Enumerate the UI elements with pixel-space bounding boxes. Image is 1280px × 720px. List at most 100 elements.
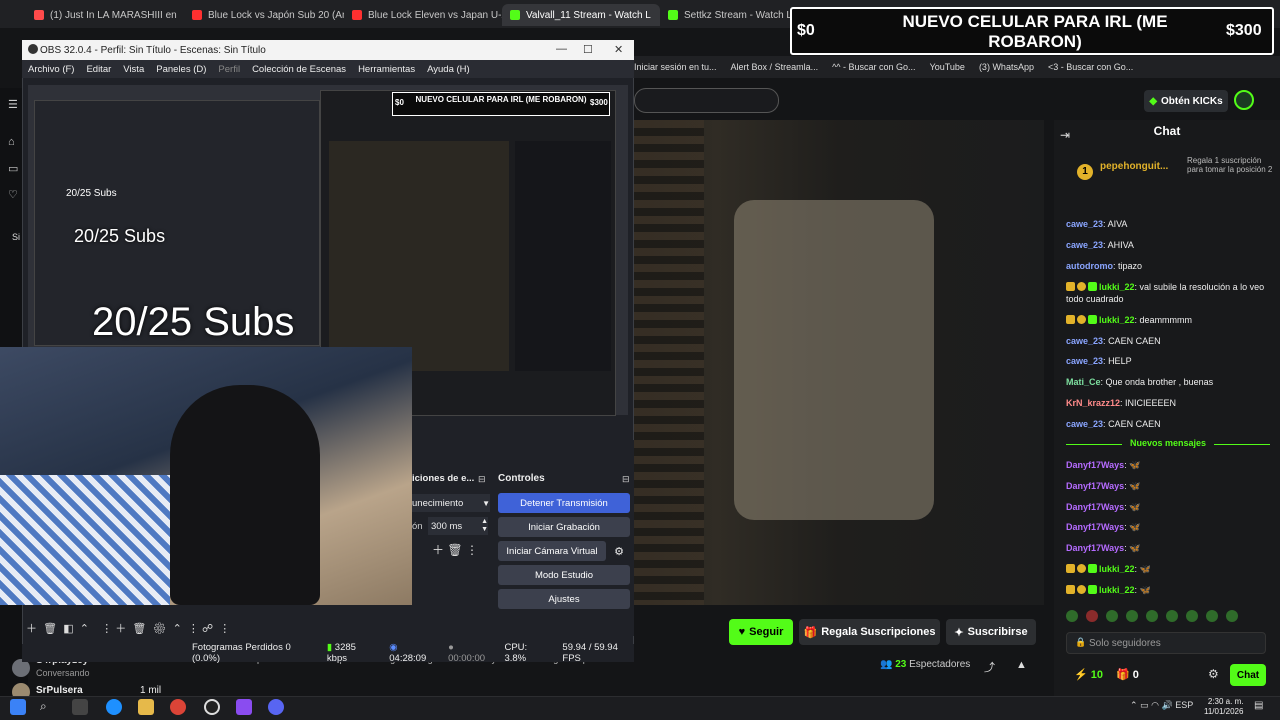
move-up-icon[interactable]: ⌃ bbox=[80, 623, 89, 635]
channel-username[interactable]: SrPulsera bbox=[36, 685, 83, 696]
chat-username[interactable]: cawe_23 bbox=[1066, 336, 1103, 346]
maximize-icon[interactable]: ☐ bbox=[583, 43, 593, 56]
chat-username[interactable]: Danyf17Ways bbox=[1066, 481, 1124, 491]
gift-subs-button[interactable]: 🎁 Regala Suscripciones bbox=[799, 619, 940, 645]
input-language[interactable]: ESP bbox=[1175, 700, 1193, 710]
new-messages-divider[interactable]: Nuevos mensajes bbox=[1066, 438, 1270, 450]
more-icon[interactable]: ⋮ bbox=[101, 623, 112, 635]
transition-props-icon[interactable]: ☍ bbox=[202, 623, 213, 635]
chat-username[interactable]: cawe_23 bbox=[1066, 240, 1103, 250]
chat-username[interactable]: Danyf17Ways bbox=[1066, 543, 1124, 553]
dock-undock-icon[interactable]: ⊟ bbox=[622, 474, 630, 485]
gift-counter[interactable]: 🎁 0 bbox=[1116, 668, 1139, 681]
bookmark[interactable]: YouTube bbox=[930, 62, 965, 72]
chat-username[interactable]: cawe_23 bbox=[1066, 219, 1103, 229]
gear-icon[interactable]: ⚙ bbox=[152, 623, 166, 635]
add-icon[interactable]: ＋ bbox=[26, 623, 37, 635]
browser-tab[interactable]: Blue Lock vs Japón Sub 20 (Ani bbox=[184, 4, 344, 26]
user-avatar[interactable] bbox=[1234, 90, 1254, 110]
menu-perfil[interactable]: Perfil bbox=[218, 64, 240, 75]
bookmark[interactable]: (3) WhatsApp bbox=[979, 62, 1034, 72]
add-icon[interactable]: ＋ bbox=[432, 543, 444, 557]
taskbar-clock[interactable]: 2:30 a. m. 11/01/2026 bbox=[1204, 697, 1243, 717]
bookmark[interactable]: <3 - Buscar con Go... bbox=[1048, 62, 1133, 72]
send-chat-button[interactable]: Chat bbox=[1230, 664, 1266, 686]
search-input[interactable] bbox=[634, 88, 779, 113]
more-icon[interactable]: ⋮ bbox=[188, 623, 199, 635]
wifi-icon[interactable]: ◠ bbox=[1151, 700, 1159, 710]
chat-input[interactable]: 🔒 Solo seguidores bbox=[1066, 632, 1266, 654]
browse-icon[interactable]: ▭ bbox=[8, 162, 20, 175]
chat-username[interactable]: cawe_23 bbox=[1066, 356, 1103, 366]
chat-username[interactable]: Danyf17Ways bbox=[1066, 502, 1124, 512]
menu-herramientas[interactable]: Herramientas bbox=[358, 64, 415, 75]
chrome-icon[interactable] bbox=[170, 699, 186, 715]
start-icon[interactable] bbox=[10, 699, 26, 715]
chat-username[interactable]: lukki_22 bbox=[1099, 585, 1135, 595]
settings-button[interactable]: Ajustes bbox=[498, 589, 630, 609]
dock-undock-icon[interactable]: ⊟ bbox=[478, 474, 486, 485]
transition-select[interactable]: unecimiento ▼ bbox=[412, 494, 490, 512]
menu-paneles[interactable]: Paneles (D) bbox=[156, 64, 206, 75]
notifications-icon[interactable]: ▤ bbox=[1254, 700, 1263, 711]
emote-icon[interactable] bbox=[1066, 610, 1078, 622]
browser-tab[interactable]: Settkz Stream - Watch Live on bbox=[660, 4, 790, 26]
start-virtual-camera-button[interactable]: Iniciar Cámara Virtual bbox=[498, 541, 606, 561]
report-icon[interactable]: ▲ bbox=[1016, 659, 1027, 671]
chat-username[interactable]: Mati_Ce bbox=[1066, 377, 1101, 387]
emote-icon[interactable] bbox=[1166, 610, 1178, 622]
emote-icon[interactable] bbox=[1086, 610, 1098, 622]
emote-icon[interactable] bbox=[1226, 610, 1238, 622]
delete-icon[interactable]: 🗑 bbox=[447, 543, 462, 557]
more-icon[interactable]: ⋮ bbox=[219, 623, 230, 635]
browser-tab[interactable]: Blue Lock Eleven vs Japan U-20 bbox=[344, 4, 502, 26]
menu-vista[interactable]: Vista bbox=[123, 64, 144, 75]
menu-icon[interactable]: ☰ bbox=[8, 98, 20, 111]
app-icon[interactable] bbox=[236, 699, 252, 715]
emote-icon[interactable] bbox=[1106, 610, 1118, 622]
browser-tab[interactable]: (1) Just In LA MARASHIII en bbox=[26, 4, 184, 26]
start-recording-button[interactable]: Iniciar Grabación bbox=[498, 517, 630, 537]
edge-icon[interactable] bbox=[106, 699, 122, 715]
chat-username[interactable]: cawe_23 bbox=[1066, 419, 1103, 429]
bookmark[interactable]: Iniciar sesión en tu... bbox=[634, 62, 717, 72]
delete-icon[interactable]: 🗑 bbox=[43, 623, 57, 635]
menu-archivo[interactable]: Archivo (F) bbox=[28, 64, 74, 75]
home-icon[interactable]: ⌂ bbox=[8, 136, 20, 148]
browser-tab-active[interactable]: Valvall_11 Stream - Watch L bbox=[502, 4, 660, 26]
menu-editar[interactable]: Editar bbox=[86, 64, 111, 75]
share-icon[interactable]: ⤴ bbox=[984, 659, 995, 675]
kicks-balance[interactable]: ⚡ 10 bbox=[1074, 668, 1103, 681]
volume-icon[interactable]: 🔊 bbox=[1161, 700, 1172, 710]
stream-video-player[interactable] bbox=[634, 120, 1044, 605]
menu-coleccion-escenas[interactable]: Colección de Escenas bbox=[252, 64, 346, 75]
task-view-icon[interactable] bbox=[72, 699, 88, 715]
subscribe-button[interactable]: ✦ Suscribirse bbox=[946, 619, 1036, 645]
duration-input[interactable]: 300 ms ▲ ▼ bbox=[428, 517, 488, 535]
emote-icon[interactable] bbox=[1126, 610, 1138, 622]
file-explorer-icon[interactable] bbox=[138, 699, 154, 715]
chat-username[interactable]: lukki_22 bbox=[1099, 315, 1135, 325]
chat-username[interactable]: lukki_22 bbox=[1099, 282, 1135, 292]
following-icon[interactable]: ♡ bbox=[8, 188, 20, 201]
search-icon[interactable]: ⌕ bbox=[40, 699, 56, 715]
obs-taskbar-icon[interactable] bbox=[204, 699, 220, 715]
filter-icon[interactable]: ◧ bbox=[63, 623, 73, 635]
bookmark[interactable]: ^^ - Buscar con Go... bbox=[832, 62, 915, 72]
stepper-icon[interactable]: ▲ ▼ bbox=[481, 518, 488, 534]
discord-icon[interactable] bbox=[268, 699, 284, 715]
stop-streaming-button[interactable]: Detener Transmisión bbox=[498, 493, 630, 513]
chat-settings-icon[interactable]: ⚙ bbox=[1208, 667, 1219, 681]
emote-icon[interactable] bbox=[1146, 610, 1158, 622]
move-up-icon[interactable]: ⌃ bbox=[173, 623, 182, 635]
menu-ayuda[interactable]: Ayuda (H) bbox=[427, 64, 470, 75]
emote-icon[interactable] bbox=[1186, 610, 1198, 622]
get-kicks-button[interactable]: ◆ Obtén KICKs bbox=[1144, 90, 1228, 112]
close-icon[interactable]: ✕ bbox=[614, 43, 623, 56]
chat-username[interactable]: Danyf17Ways bbox=[1066, 460, 1124, 470]
minimize-icon[interactable]: — bbox=[556, 43, 567, 55]
chat-username[interactable]: KrN_krazz12 bbox=[1066, 398, 1120, 408]
follow-button[interactable]: ♥ Seguir bbox=[729, 619, 793, 645]
studio-mode-button[interactable]: Modo Estudio bbox=[498, 565, 630, 585]
leader-username[interactable]: pepehonguit... bbox=[1100, 161, 1168, 172]
